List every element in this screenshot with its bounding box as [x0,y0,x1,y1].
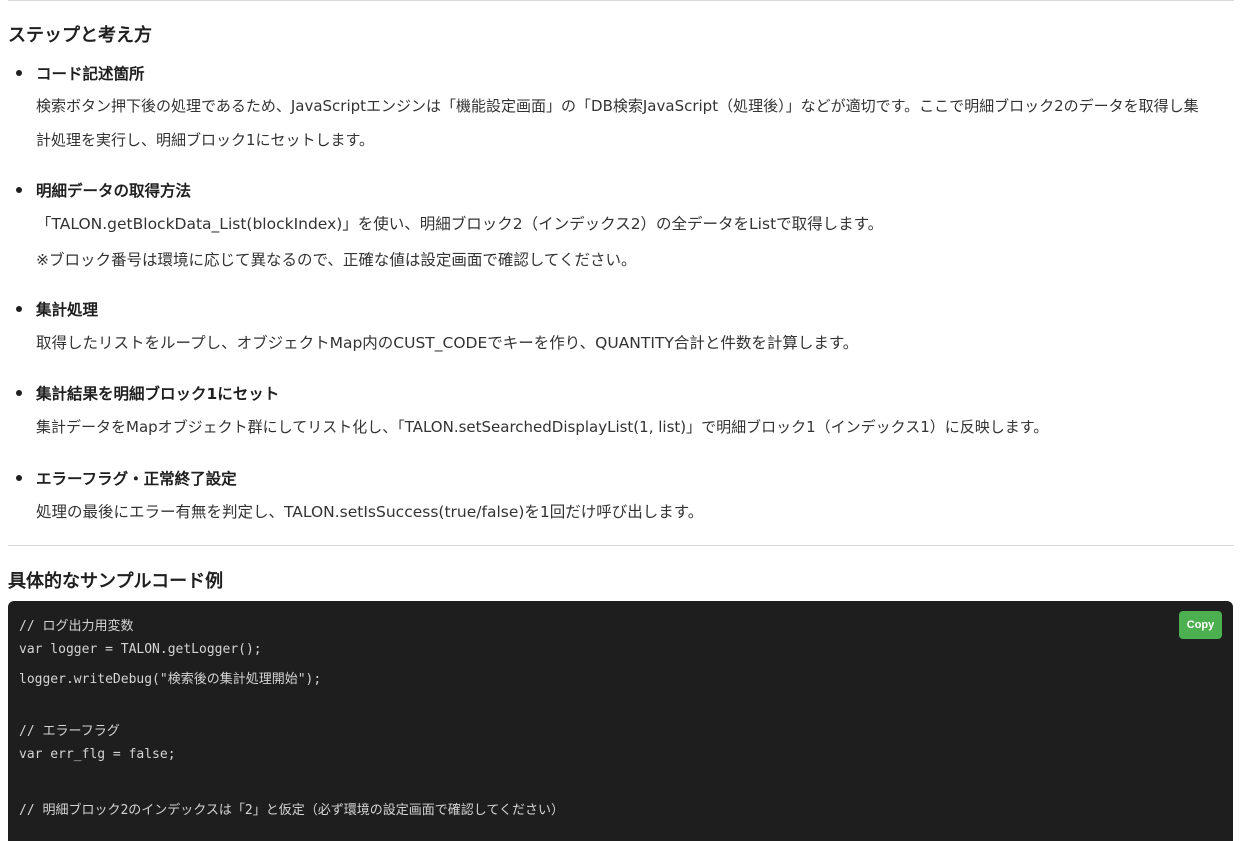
section-title-sample-code: 具体的なサンプルコード例 [8,571,224,592]
bullet-dot [16,70,22,76]
code-line: // ログ出力用変数 [19,619,134,634]
bullet-dot [16,475,22,481]
code-line: // エラーフラグ [19,724,120,739]
copy-button[interactable]: Copy [1179,611,1222,639]
item-text-line: 取得したリストをループし、オブジェクトMap内のCUST_CODEでキーを作り、… [36,334,859,352]
top-divider [8,0,1234,1]
item-title-data-retrieval: 明細データの取得方法 [36,182,192,200]
item-text-line: ※ブロック番号は環境に応じて異なるので、正確な値は設定画面で確認してください。 [36,251,637,269]
item-text-line: 集計データをMapオブジェクト群にしてリスト化し、「TALON.setSearc… [36,418,1049,436]
item-text-line: 検索ボタン押下後の処理であるため、JavaScriptエンジンは「機能設定画面」… [36,97,1199,115]
item-text-line: 処理の最後にエラー有無を判定し、TALON.setIsSuccess(true/… [36,503,704,521]
section-title-steps: ステップと考え方 [8,25,152,46]
code-line: logger.writeDebug("検索後の集計処理開始"); [19,672,322,687]
item-text-line: 「TALON.getBlockData_List(blockIndex)」を使い… [36,215,884,233]
item-title-aggregation: 集計処理 [36,301,99,319]
item-title-error-flag: エラーフラグ・正常終了設定 [36,470,237,488]
bullet-dot [16,390,22,396]
code-line: // 明細ブロック2のインデックスは「2」と仮定（必ず環境の設定画面で確認してく… [19,803,564,818]
code-line: var err_flg = false; [19,747,176,762]
section-divider [8,545,1234,546]
item-title-code-location: コード記述箇所 [36,65,145,83]
bullet-dot [16,187,22,193]
item-text-line: 計処理を実行し、明細ブロック1にセットします。 [36,131,375,149]
bullet-dot [16,306,22,312]
item-title-set-result: 集計結果を明細ブロック1にセット [36,385,280,403]
code-block: Copy // ログ出力用変数 var logger = TALON.getLo… [8,601,1233,841]
code-line: var logger = TALON.getLogger(); [19,642,262,657]
